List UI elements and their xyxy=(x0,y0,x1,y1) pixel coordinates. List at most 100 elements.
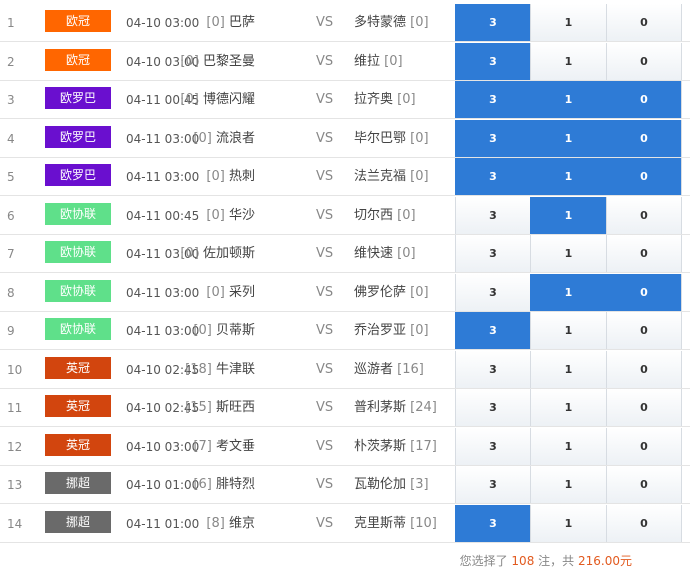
option-draw-button[interactable]: 1 xyxy=(530,81,606,118)
match-time: 04-10 03:00 xyxy=(126,439,200,454)
match-time: 04-11 03:00 xyxy=(126,285,200,300)
match-row: 8 欧协联 04-11 03:00 [0] 采列 VS 佛罗伦萨 [0] 3 1 0 xyxy=(0,273,690,312)
option-draw-button[interactable]: 1 xyxy=(530,235,606,272)
away-name: 毕尔巴鄂 xyxy=(354,130,407,146)
option-draw-button[interactable]: 1 xyxy=(530,389,606,426)
option-win-button[interactable]: 3 xyxy=(455,119,530,157)
home-rank: [0] xyxy=(180,92,199,107)
match-time: 04-11 01:00 xyxy=(126,516,200,531)
option-draw-button[interactable]: 1 xyxy=(530,158,606,195)
league-badge: 欧罗巴 xyxy=(45,164,111,186)
league-badge: 欧罗巴 xyxy=(45,87,111,109)
option-draw-button[interactable]: 1 xyxy=(530,196,606,234)
home-team: [0] 流浪者 xyxy=(193,120,255,158)
match-number: 10 xyxy=(7,362,23,377)
option-loss-button[interactable]: 0 xyxy=(606,235,682,272)
option-draw-button[interactable]: 1 xyxy=(530,427,606,465)
away-name: 朴茨茅斯 xyxy=(354,438,407,454)
option-win-button[interactable]: 3 xyxy=(455,273,530,311)
option-loss-button[interactable]: 0 xyxy=(606,350,682,388)
option-win-button[interactable]: 3 xyxy=(455,389,530,426)
option-win-button[interactable]: 3 xyxy=(455,235,530,272)
option-draw-button[interactable]: 1 xyxy=(530,119,606,157)
match-row: 12 英冠 04-10 03:00 [7] 考文垂 VS 朴茨茅斯 [17] 3 1 0 xyxy=(0,427,690,466)
league-badge: 欧协联 xyxy=(45,279,111,302)
league-badge: 欧协联 xyxy=(45,202,111,225)
home-rank: [0] xyxy=(206,207,225,223)
vs-label: VS xyxy=(316,284,334,300)
option-win-button[interactable]: 3 xyxy=(455,350,530,388)
away-rank: [0] xyxy=(410,130,429,146)
option-draw-button[interactable]: 1 xyxy=(530,350,606,388)
vs-label: VS xyxy=(316,169,334,184)
away-name: 普利茅斯 xyxy=(354,400,407,415)
home-rank: [8] xyxy=(206,515,225,531)
option-loss-button[interactable]: 0 xyxy=(606,427,682,465)
home-name: 热刺 xyxy=(228,169,255,184)
match-row: 1 欧冠 04-10 03:00 [0] 巴萨 VS 多特蒙德 [0] 3 1 0 xyxy=(0,4,690,42)
match-row: 13 挪超 04-10 01:00 [6] 腓特烈 VS 瓦勒伦加 [3] 3 1 0 xyxy=(0,466,690,504)
option-loss-button[interactable]: 0 xyxy=(606,81,682,118)
home-name: 巴萨 xyxy=(228,15,255,30)
home-team: [0] 巴萨 xyxy=(206,4,255,42)
option-draw-button[interactable]: 1 xyxy=(530,504,606,542)
home-rank: [0] xyxy=(193,323,212,338)
league-badge: 英冠 xyxy=(45,395,111,417)
option-draw-button[interactable]: 1 xyxy=(530,42,606,80)
summary-mid: 注，共 xyxy=(538,554,575,568)
match-number: 7 xyxy=(7,247,15,261)
home-name: 佐加顿斯 xyxy=(202,246,255,261)
option-win-button[interactable]: 3 xyxy=(455,4,530,41)
home-rank: [0] xyxy=(180,246,199,261)
option-loss-button[interactable]: 0 xyxy=(606,389,682,426)
option-loss-button[interactable]: 0 xyxy=(606,42,682,80)
home-team: [6] 腓特烈 xyxy=(193,466,255,504)
option-loss-button[interactable]: 0 xyxy=(606,312,682,349)
option-loss-button[interactable]: 0 xyxy=(606,466,682,503)
option-win-button[interactable]: 3 xyxy=(455,42,530,80)
home-team: [15] 斯旺西 xyxy=(185,389,255,427)
match-number: 5 xyxy=(7,170,15,184)
option-win-button[interactable]: 3 xyxy=(455,81,530,118)
option-draw-button[interactable]: 1 xyxy=(530,466,606,503)
option-win-button[interactable]: 3 xyxy=(455,466,530,503)
away-team: 朴茨茅斯 [17] xyxy=(354,428,437,466)
away-name: 维拉 xyxy=(354,53,381,69)
option-loss-button[interactable]: 0 xyxy=(606,504,682,542)
option-loss-button[interactable]: 0 xyxy=(606,119,682,157)
match-number: 4 xyxy=(7,131,15,146)
home-rank: [15] xyxy=(185,400,212,415)
away-rank: [0] xyxy=(410,323,429,338)
match-time: 04-10 01:00 xyxy=(126,478,200,492)
option-loss-button[interactable]: 0 xyxy=(606,4,682,41)
match-row: 9 欧协联 04-11 03:00 [0] 贝蒂斯 VS 乔治罗亚 [0] 3 1 0 xyxy=(0,312,690,350)
option-loss-button[interactable]: 0 xyxy=(606,273,682,311)
home-rank: [0] xyxy=(180,53,199,69)
league-badge: 欧协联 xyxy=(45,318,111,340)
home-team: [0] 热刺 xyxy=(206,158,255,196)
bet-count: 108 xyxy=(511,554,535,568)
away-name: 切尔西 xyxy=(354,207,394,223)
vs-label: VS xyxy=(316,323,334,338)
away-team: 瓦勒伦加 [3] xyxy=(354,466,429,504)
away-name: 乔治罗亚 xyxy=(354,323,407,338)
away-team: 法兰克福 [0] xyxy=(354,158,429,196)
away-rank: [16] xyxy=(397,361,424,377)
option-loss-button[interactable]: 0 xyxy=(606,196,682,234)
option-draw-button[interactable]: 1 xyxy=(530,4,606,41)
home-rank: [6] xyxy=(193,477,212,492)
option-win-button[interactable]: 3 xyxy=(455,158,530,195)
home-team: [0] 博德闪耀 xyxy=(180,81,255,119)
option-draw-button[interactable]: 1 xyxy=(530,312,606,349)
match-number: 6 xyxy=(7,208,15,223)
option-draw-button[interactable]: 1 xyxy=(530,273,606,311)
away-team: 巡游者 [16] xyxy=(354,351,424,389)
option-win-button[interactable]: 3 xyxy=(455,427,530,465)
home-name: 斯旺西 xyxy=(215,400,255,415)
option-loss-button[interactable]: 0 xyxy=(606,158,682,195)
option-win-button[interactable]: 3 xyxy=(455,312,530,349)
league-badge: 欧罗巴 xyxy=(45,125,111,148)
league-badge: 欧冠 xyxy=(45,48,111,71)
option-win-button[interactable]: 3 xyxy=(455,196,530,234)
option-win-button[interactable]: 3 xyxy=(455,504,530,542)
